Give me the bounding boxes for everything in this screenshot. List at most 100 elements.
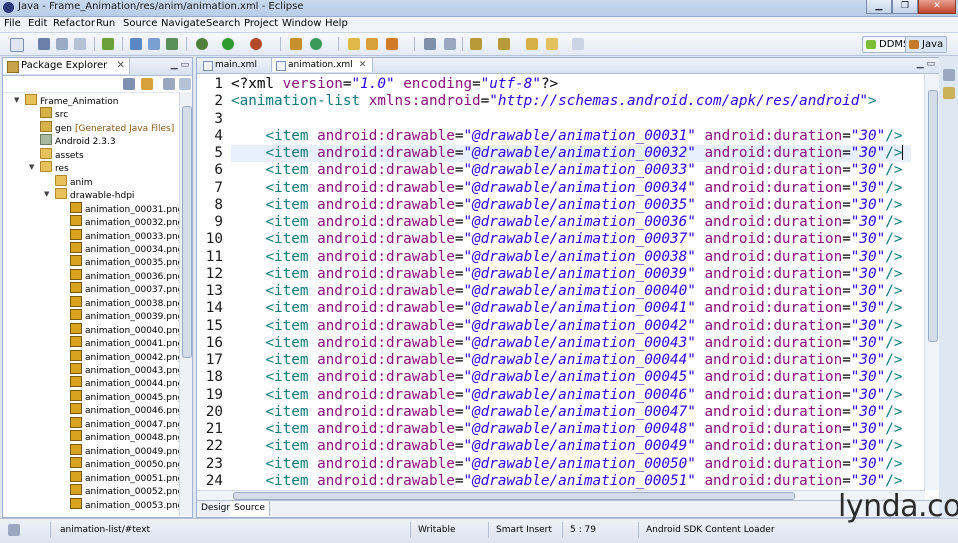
tree-item-src[interactable]: src [40,107,68,120]
code-line[interactable]: <item android:drawable="@drawable/animat… [231,438,902,455]
save-icon[interactable] [38,38,50,50]
code-line[interactable]: <item android:drawable="@drawable/animat… [231,128,902,145]
back-icon[interactable] [546,38,558,50]
png-file-item[interactable]: animation_00045.png [70,389,179,403]
fast-view-icon[interactable] [8,524,20,536]
menu-edit[interactable]: Edit [28,18,47,29]
external-tools-icon[interactable] [250,38,262,50]
maximize-button[interactable]: ❐ [892,0,918,14]
expand-toggle-icon[interactable]: ▼ [14,94,19,107]
new-java-package-icon[interactable] [290,38,302,50]
code-line[interactable]: <item android:drawable="@drawable/animat… [231,473,902,490]
menu-run[interactable]: Run [96,18,115,29]
menu-file[interactable]: File [4,18,21,29]
code-line[interactable]: <item android:drawable="@drawable/animat… [231,335,902,352]
menu-navigate[interactable]: Navigate [161,18,206,29]
png-file-item[interactable]: animation_00037.png [70,282,179,295]
editor-vertical-scrollbar[interactable] [924,74,939,490]
png-file-item[interactable]: animation_00041.png [70,336,179,349]
code-line[interactable]: <item android:drawable="@drawable/animat… [231,231,902,248]
scrollbar-thumb[interactable] [928,90,938,342]
restore-view-icon[interactable] [943,69,955,81]
tree-item-lib[interactable]: Android 2.3.3 [40,134,116,147]
png-file-item[interactable]: animation_00032.png [70,215,179,228]
tree-item-folder[interactable]: assets [40,147,84,161]
previous-annotation-icon[interactable] [498,38,510,50]
code-line[interactable]: <item android:drawable="@drawable/animat… [231,197,902,214]
scrollbar-thumb[interactable] [233,492,795,500]
editor-minimize-maximize-icon[interactable]: ▁ ▭ [917,59,935,69]
package-explorer-scrollbar[interactable] [179,92,192,516]
open-resource-icon[interactable] [366,38,378,50]
code-line[interactable]: <item android:drawable="@drawable/animat… [231,145,911,162]
new-xml-file-icon[interactable] [166,38,178,50]
new-android-project-icon[interactable] [130,38,142,50]
show-whitespace-icon[interactable] [444,38,456,50]
open-type-icon[interactable] [348,38,360,50]
view-menu-chevron-icon[interactable] [179,78,191,90]
print-icon[interactable] [74,38,86,50]
png-file-item[interactable]: animation_00043.png [70,363,179,376]
png-file-item[interactable]: animation_00051.png [70,470,179,484]
tree-item-project[interactable]: ▼ Frame_Animation [14,94,118,107]
png-file-item[interactable]: animation_00039.png [70,309,179,322]
link-with-editor-icon[interactable] [141,78,153,90]
tab-package-explorer[interactable]: Package Explorer ✕ [3,58,130,74]
menu-project[interactable]: Project [244,18,278,29]
png-file-item[interactable]: animation_00044.png [70,376,179,389]
close-button[interactable]: ✕ [918,0,956,14]
png-file-item[interactable]: animation_00036.png [70,268,179,282]
close-tab-icon[interactable]: ✕ [359,60,367,70]
scrollbar-thumb[interactable] [182,106,192,358]
new-icon[interactable] [10,38,24,52]
menu-search[interactable]: Search [206,18,240,29]
code-line[interactable]: <item android:drawable="@drawable/animat… [231,249,902,266]
tree-item-folder[interactable]: ▼ drawable-hdpi [44,188,134,201]
png-file-item[interactable]: animation_00052.png [70,484,179,497]
android-sdk-manager-icon[interactable] [102,38,114,50]
png-file-item[interactable]: animation_00046.png [70,403,179,416]
view-menu-icon[interactable] [163,78,175,90]
menu-help[interactable]: Help [325,18,348,29]
toggle-mark-occurrences-icon[interactable] [424,38,436,50]
png-file-item[interactable]: animation_00042.png [70,349,179,363]
code-line[interactable]: <animation-list xmlns:android="http://sc… [231,93,877,110]
menu-refactor[interactable]: Refactor [53,18,95,29]
code-line[interactable]: <item android:drawable="@drawable/animat… [231,180,902,197]
minimize-button[interactable]: ▁ [866,0,892,14]
code-line[interactable]: <item android:drawable="@drawable/animat… [231,421,902,438]
expand-toggle-icon[interactable]: ▼ [44,188,49,201]
png-file-item[interactable]: animation_00035.png [70,255,179,268]
code-line[interactable]: <item android:drawable="@drawable/animat… [231,404,902,421]
last-edit-location-icon[interactable] [526,38,538,50]
search-icon[interactable] [386,38,398,50]
code-line[interactable]: <item android:drawable="@drawable/animat… [231,369,902,386]
tab-main-xml[interactable]: main.xml [199,58,263,72]
code-line[interactable]: <item android:drawable="@drawable/animat… [231,387,902,404]
code-line[interactable]: <item android:drawable="@drawable/animat… [231,300,902,317]
menu-window[interactable]: Window [282,18,321,29]
png-file-item[interactable]: animation_00049.png [70,443,179,457]
menu-source[interactable]: Source [123,18,157,29]
tree-item-folder[interactable]: anim [55,174,93,188]
png-file-item[interactable]: animation_00040.png [70,322,179,336]
png-file-item[interactable]: animation_00033.png [70,228,179,242]
tab-source[interactable]: Source [230,501,270,516]
code-line[interactable]: <item android:drawable="@drawable/animat… [231,266,902,283]
tree-item-folder[interactable]: ▼ res [29,161,69,174]
code-area[interactable]: <?xml version="1.0" encoding="utf-8"?> <a… [231,76,911,490]
png-file-item[interactable]: animation_00038.png [70,295,179,309]
code-line[interactable]: <?xml version="1.0" encoding="utf-8"?> [231,76,558,93]
new-java-class-icon[interactable] [310,38,322,50]
code-line[interactable]: <item android:drawable="@drawable/animat… [231,456,902,473]
debug-icon[interactable] [196,38,208,50]
close-tab-icon[interactable]: ✕ [116,60,124,71]
expand-toggle-icon[interactable]: ▼ [29,161,34,174]
code-line[interactable]: <item android:drawable="@drawable/animat… [231,214,902,231]
code-line[interactable]: <item android:drawable="@drawable/animat… [231,283,902,300]
forward-icon[interactable] [572,38,584,50]
code-line[interactable]: <item android:drawable="@drawable/animat… [231,318,902,335]
png-file-item[interactable]: animation_00047.png [70,416,179,430]
tree-item-src[interactable]: gen [Generated Java Files] [40,120,174,134]
png-file-item[interactable]: animation_00031.png [70,201,179,215]
